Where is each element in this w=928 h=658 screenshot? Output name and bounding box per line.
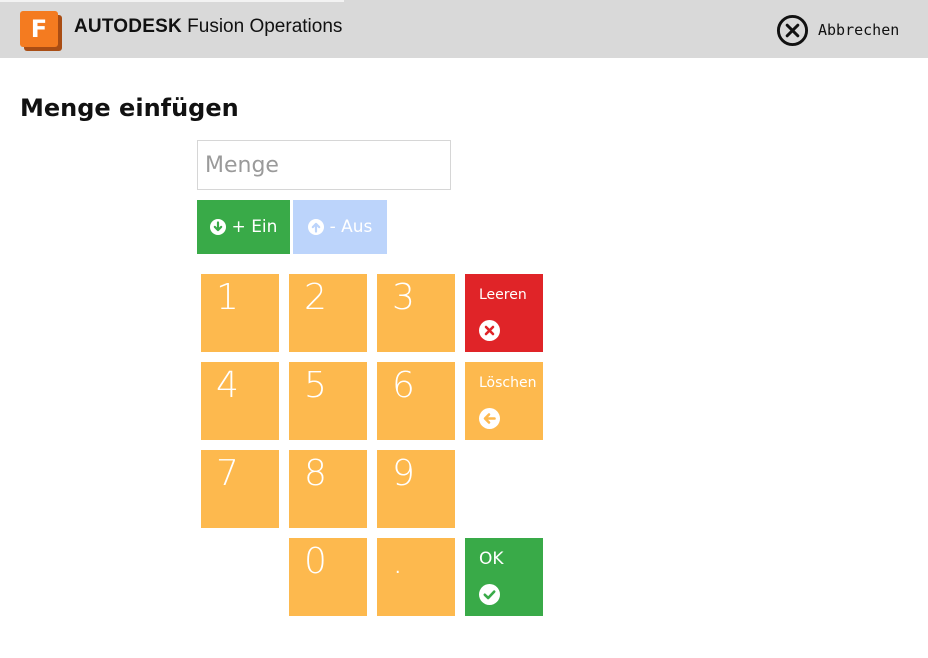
- keypad-key-8[interactable]: 8: [289, 450, 367, 528]
- key-label: 6: [392, 365, 415, 406]
- x-circle-icon: [479, 320, 500, 341]
- delete-label: Löschen: [479, 375, 537, 391]
- keypad-key-0[interactable]: 0: [289, 538, 367, 616]
- keypad-key-decimal[interactable]: .: [377, 538, 455, 616]
- keypad-key-5[interactable]: 5: [289, 362, 367, 440]
- close-circle-icon: [776, 14, 809, 46]
- keypad-key-1[interactable]: 1: [201, 274, 279, 352]
- brand-autodesk: AUTODESK: [74, 16, 182, 37]
- fusion-logo-icon: F: [20, 11, 62, 51]
- keypad-key-2[interactable]: 2: [289, 274, 367, 352]
- ok-label: OK: [479, 549, 504, 569]
- key-label: 9: [392, 453, 415, 494]
- clear-button[interactable]: Leeren: [465, 274, 543, 352]
- app-brand: AUTODESK Fusion Operations: [74, 15, 342, 39]
- cancel-button[interactable]: Abbrechen: [776, 13, 899, 47]
- key-label: 2: [304, 277, 327, 318]
- brand-product: Fusion Operations: [187, 16, 343, 37]
- stock-out-label: - Aus: [329, 217, 373, 237]
- arrow-down-circle-icon: [209, 219, 226, 235]
- keypad-key-4[interactable]: 4: [201, 362, 279, 440]
- ok-button[interactable]: OK: [465, 538, 543, 616]
- key-label: 3: [392, 277, 415, 318]
- key-label: 7: [216, 453, 239, 494]
- keypad-key-7[interactable]: 7: [201, 450, 279, 528]
- key-label: .: [392, 541, 404, 582]
- key-label: 4: [216, 365, 239, 406]
- keypad-key-6[interactable]: 6: [377, 362, 455, 440]
- key-label: 0: [304, 541, 327, 582]
- key-label: 8: [304, 453, 327, 494]
- cancel-label: Abbrechen: [818, 21, 900, 39]
- keypad-key-3[interactable]: 3: [377, 274, 455, 352]
- keypad-key-9[interactable]: 9: [377, 450, 455, 528]
- quantity-input[interactable]: [197, 140, 451, 190]
- stock-out-button[interactable]: - Aus: [293, 200, 387, 254]
- arrow-left-circle-icon: [479, 408, 500, 429]
- app-header: F AUTODESK Fusion Operations Abbrechen: [0, 0, 928, 58]
- stock-in-button[interactable]: + Ein: [197, 200, 290, 254]
- delete-button[interactable]: Löschen: [465, 362, 543, 440]
- stock-in-label: + Ein: [231, 217, 278, 237]
- clear-label: Leeren: [479, 287, 527, 303]
- page-title: Menge einfügen: [20, 94, 239, 122]
- logo-letter: F: [20, 11, 58, 47]
- check-circle-icon: [479, 584, 500, 605]
- arrow-up-circle-icon: [307, 219, 324, 235]
- key-label: 5: [304, 365, 327, 406]
- key-label: 1: [216, 277, 239, 318]
- header-top-strip: [0, 0, 344, 2]
